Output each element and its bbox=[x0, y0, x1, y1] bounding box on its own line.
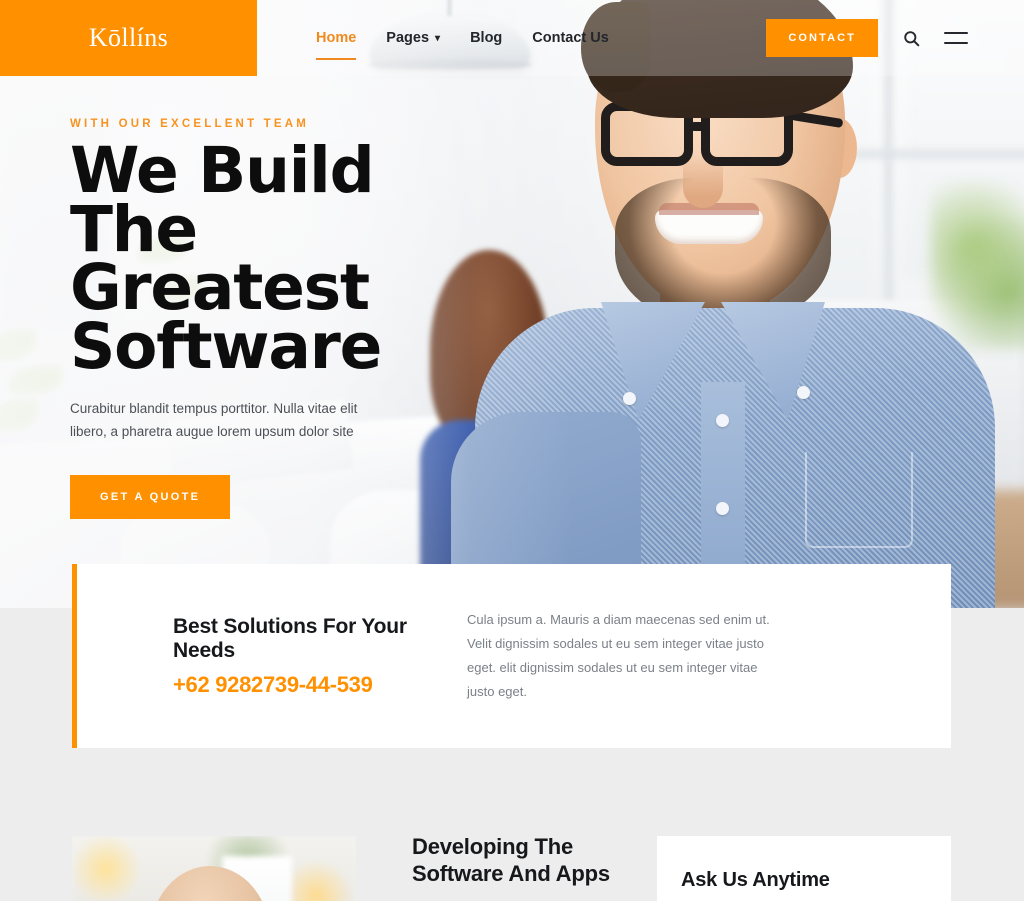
info-card-paragraph: Cula ipsum a. Mauris a diam maecenas sed… bbox=[467, 611, 770, 700]
team-photo bbox=[72, 836, 356, 901]
hero-copy: WITH OUR EXCELLENT TEAM We Build The Gre… bbox=[70, 118, 490, 519]
logo-text: Kōllíns bbox=[88, 23, 169, 52]
ask-us-card: Ask Us Anytime bbox=[657, 836, 951, 901]
info-card-left: Best Solutions For Your Needs +62 928273… bbox=[77, 615, 467, 698]
site-header: Kōllíns Home Pages ▾ Blog Contact Us CON… bbox=[0, 0, 1024, 76]
hero-eyebrow: WITH OUR EXCELLENT TEAM bbox=[70, 118, 310, 130]
info-card-title: Best Solutions For Your Needs bbox=[173, 614, 407, 662]
nav-item-pages[interactable]: Pages ▾ bbox=[386, 26, 440, 50]
chevron-down-icon: ▾ bbox=[435, 32, 441, 44]
hero-portrait bbox=[451, 0, 995, 608]
nav-label-contact-us: Contact Us bbox=[532, 30, 609, 46]
contact-button[interactable]: CONTACT bbox=[766, 19, 878, 57]
developing-heading: Developing The Software And Apps bbox=[412, 834, 662, 888]
nav-label-blog: Blog bbox=[470, 30, 503, 46]
nav-item-blog[interactable]: Blog bbox=[470, 26, 502, 50]
headline-line-3: Greatest bbox=[70, 251, 370, 325]
get-a-quote-button[interactable]: GET A QUOTE bbox=[70, 474, 231, 519]
header-actions: CONTACT bbox=[766, 0, 968, 76]
developing-heading-line-2: Software And Apps bbox=[412, 860, 610, 886]
info-card: Best Solutions For Your Needs +62 928273… bbox=[72, 564, 951, 748]
headline-line-4: Software bbox=[70, 309, 382, 383]
nav-item-contact-us[interactable]: Contact Us bbox=[532, 26, 609, 50]
hamburger-menu-icon[interactable] bbox=[944, 32, 968, 44]
hero-subtext: Curabitur blandit tempus porttitor. Null… bbox=[70, 401, 358, 439]
phone-number[interactable]: +62 9282739-44-539 bbox=[173, 672, 467, 698]
logo[interactable]: Kōllíns bbox=[0, 0, 257, 76]
ask-us-title: Ask Us Anytime bbox=[681, 869, 830, 891]
nav-label-home: Home bbox=[316, 30, 357, 46]
search-icon[interactable] bbox=[900, 27, 922, 49]
headline-line-1: We Build bbox=[70, 134, 375, 207]
main-navigation: Home Pages ▾ Blog Contact Us bbox=[316, 0, 609, 76]
lower-section: Developing The Software And Apps Ask Us … bbox=[0, 760, 1024, 901]
nav-label-pages: Pages bbox=[386, 30, 430, 46]
nav-item-home[interactable]: Home bbox=[316, 26, 357, 60]
landing-page: Kōllíns Home Pages ▾ Blog Contact Us CON… bbox=[0, 0, 1024, 901]
developing-heading-line-1: Developing The bbox=[412, 834, 573, 859]
page-title: We Build The Greatest Software bbox=[70, 134, 490, 383]
